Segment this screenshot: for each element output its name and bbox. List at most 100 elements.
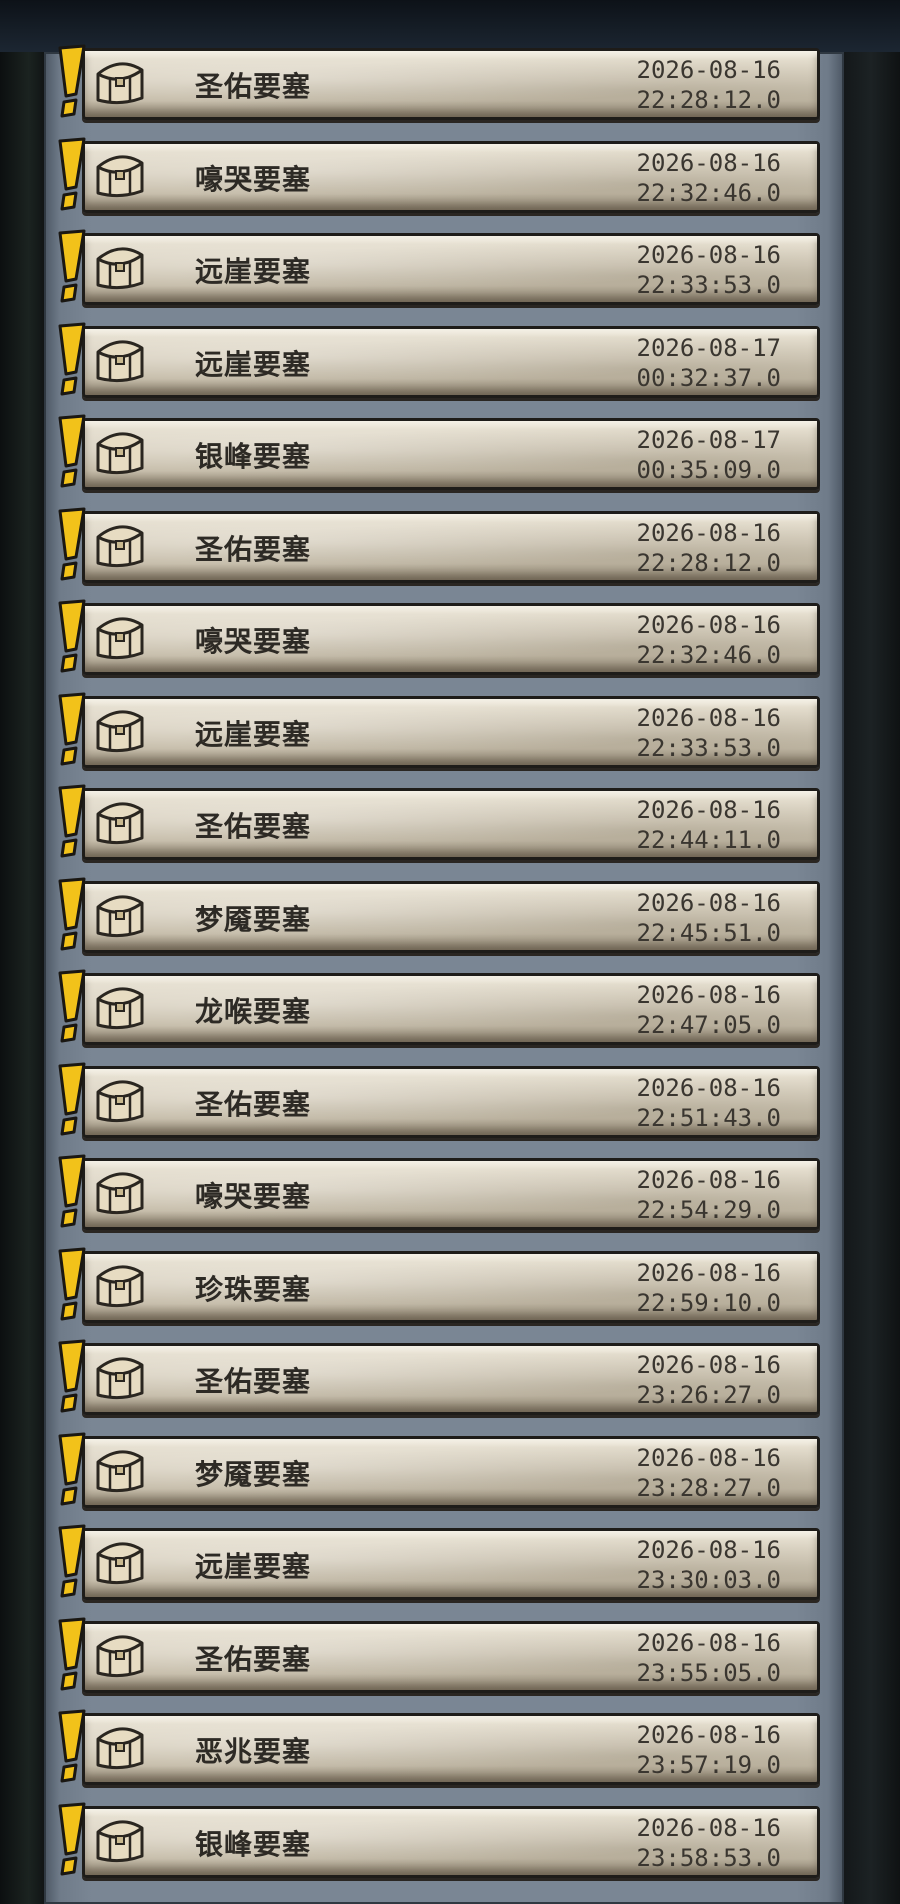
fortress-name: 远崖要塞 xyxy=(195,1550,312,1583)
exclamation-alert-icon xyxy=(58,137,86,211)
mail-time: 00:32:37.0 xyxy=(636,364,782,392)
mail-item[interactable]: 银峰要塞 2026-08-16 23:58:53.0 xyxy=(54,1802,824,1886)
exclamation-alert-icon xyxy=(58,969,86,1043)
mail-item[interactable]: 圣佑要塞 2026-08-16 22:28:12.0 xyxy=(54,507,824,591)
mail-parchment: 远崖要塞 2026-08-17 00:32:37.0 xyxy=(82,326,820,398)
mail-date: 2026-08-16 xyxy=(636,519,782,547)
treasure-chest-icon xyxy=(96,525,144,568)
mail-time: 23:57:19.0 xyxy=(636,1751,782,1779)
mail-item[interactable]: 珍珠要塞 2026-08-16 22:59:10.0 xyxy=(54,1247,824,1331)
mail-item[interactable]: 嚎哭要塞 2026-08-16 22:54:29.0 xyxy=(54,1154,824,1238)
exclamation-alert-icon xyxy=(58,1247,86,1321)
mail-parchment: 嚎哭要塞 2026-08-16 22:32:46.0 xyxy=(82,141,820,213)
exclamation-alert-icon xyxy=(58,322,86,396)
treasure-chest-icon xyxy=(96,1727,144,1770)
fortress-name: 圣佑要塞 xyxy=(195,70,312,103)
treasure-chest-icon xyxy=(96,1820,144,1863)
mail-time: 23:55:05.0 xyxy=(636,1659,782,1687)
exclamation-alert-icon xyxy=(58,784,86,858)
treasure-chest-icon xyxy=(96,340,144,383)
treasure-chest-icon xyxy=(96,710,144,753)
mail-time: 22:28:12.0 xyxy=(636,549,782,577)
mail-date: 2026-08-16 xyxy=(636,1351,782,1379)
fortress-name: 圣佑要塞 xyxy=(195,810,312,843)
mail-parchment: 恶兆要塞 2026-08-16 23:57:19.0 xyxy=(82,1713,820,1785)
mail-item[interactable]: 远崖要塞 2026-08-16 22:33:53.0 xyxy=(54,692,824,776)
exclamation-alert-icon xyxy=(58,1709,86,1783)
mail-time: 22:54:29.0 xyxy=(636,1196,782,1224)
mail-item[interactable]: 远崖要塞 2026-08-17 00:32:37.0 xyxy=(54,322,824,406)
mail-date: 2026-08-16 xyxy=(636,1721,782,1749)
mail-parchment: 远崖要塞 2026-08-16 23:30:03.0 xyxy=(82,1528,820,1600)
mail-date: 2026-08-16 xyxy=(636,1259,782,1287)
mail-item[interactable]: 恶兆要塞 2026-08-16 23:57:19.0 xyxy=(54,1709,824,1793)
treasure-chest-icon xyxy=(96,1635,144,1678)
mail-date: 2026-08-16 xyxy=(636,1814,782,1842)
treasure-chest-icon xyxy=(96,1450,144,1493)
mail-time: 22:33:53.0 xyxy=(636,734,782,762)
mail-parchment: 银峰要塞 2026-08-16 23:58:53.0 xyxy=(82,1806,820,1878)
mail-parchment: 圣佑要塞 2026-08-16 23:26:27.0 xyxy=(82,1343,820,1415)
fortress-name: 圣佑要塞 xyxy=(195,1088,312,1121)
mail-item[interactable]: 梦魇要塞 2026-08-16 23:28:27.0 xyxy=(54,1432,824,1516)
mail-item[interactable]: 圣佑要塞 2026-08-16 22:44:11.0 xyxy=(54,784,824,868)
mail-date: 2026-08-16 xyxy=(636,241,782,269)
mail-item[interactable]: 龙喉要塞 2026-08-16 22:47:05.0 xyxy=(54,969,824,1053)
mail-date: 2026-08-16 xyxy=(636,1629,782,1657)
exclamation-alert-icon xyxy=(58,1432,86,1506)
exclamation-alert-icon xyxy=(58,1524,86,1598)
mail-parchment: 龙喉要塞 2026-08-16 22:47:05.0 xyxy=(82,973,820,1045)
treasure-chest-icon xyxy=(96,895,144,938)
mail-date: 2026-08-17 xyxy=(636,426,782,454)
mail-time: 22:59:10.0 xyxy=(636,1289,782,1317)
mail-parchment: 珍珠要塞 2026-08-16 22:59:10.0 xyxy=(82,1251,820,1323)
fortress-name: 银峰要塞 xyxy=(195,1828,312,1861)
treasure-chest-icon xyxy=(96,987,144,1030)
mail-item[interactable]: 圣佑要塞 2026-08-16 23:55:05.0 xyxy=(54,1617,824,1701)
fortress-name: 圣佑要塞 xyxy=(195,533,312,566)
mail-time: 23:26:27.0 xyxy=(636,1381,782,1409)
exclamation-alert-icon xyxy=(58,599,86,673)
treasure-chest-icon xyxy=(96,1542,144,1585)
mail-date: 2026-08-16 xyxy=(636,1536,782,1564)
mail-item[interactable]: 圣佑要塞 2026-08-16 23:26:27.0 xyxy=(54,1339,824,1423)
mail-date: 2026-08-16 xyxy=(636,149,782,177)
exclamation-alert-icon xyxy=(58,692,86,766)
treasure-chest-icon xyxy=(96,432,144,475)
mail-item[interactable]: 远崖要塞 2026-08-16 22:33:53.0 xyxy=(54,229,824,313)
mail-item[interactable]: 嚎哭要塞 2026-08-16 22:32:46.0 xyxy=(54,137,824,221)
mail-item[interactable]: 嚎哭要塞 2026-08-16 22:32:46.0 xyxy=(54,599,824,683)
mail-parchment: 梦魇要塞 2026-08-16 22:45:51.0 xyxy=(82,881,820,953)
fortress-name: 梦魇要塞 xyxy=(195,903,312,936)
exclamation-alert-icon xyxy=(58,414,86,488)
mail-date: 2026-08-16 xyxy=(636,796,782,824)
exclamation-alert-icon xyxy=(58,229,86,303)
treasure-chest-icon xyxy=(96,1172,144,1215)
mail-item[interactable]: 远崖要塞 2026-08-16 23:30:03.0 xyxy=(54,1524,824,1608)
fortress-name: 圣佑要塞 xyxy=(195,1643,312,1676)
mail-time: 00:35:09.0 xyxy=(636,456,782,484)
mail-time: 22:44:11.0 xyxy=(636,826,782,854)
mail-time: 23:30:03.0 xyxy=(636,1566,782,1594)
fortress-name: 银峰要塞 xyxy=(195,440,312,473)
exclamation-alert-icon xyxy=(58,1154,86,1228)
treasure-chest-icon xyxy=(96,155,144,198)
fortress-name: 嚎哭要塞 xyxy=(195,1180,312,1213)
treasure-chest-icon xyxy=(96,1080,144,1123)
mail-parchment: 银峰要塞 2026-08-17 00:35:09.0 xyxy=(82,418,820,490)
mail-date: 2026-08-16 xyxy=(636,704,782,732)
mail-item[interactable]: 梦魇要塞 2026-08-16 22:45:51.0 xyxy=(54,877,824,961)
mail-time: 22:33:53.0 xyxy=(636,271,782,299)
treasure-chest-icon xyxy=(96,802,144,845)
mail-parchment: 嚎哭要塞 2026-08-16 22:54:29.0 xyxy=(82,1158,820,1230)
exclamation-alert-icon xyxy=(58,877,86,951)
mail-date: 2026-08-16 xyxy=(636,889,782,917)
mail-item[interactable]: 圣佑要塞 2026-08-16 22:28:12.0 xyxy=(54,44,824,128)
fortress-name: 圣佑要塞 xyxy=(195,1365,312,1398)
mail-time: 22:32:46.0 xyxy=(636,641,782,669)
mail-parchment: 圣佑要塞 2026-08-16 22:44:11.0 xyxy=(82,788,820,860)
mail-parchment: 圣佑要塞 2026-08-16 22:28:12.0 xyxy=(82,48,820,120)
mail-item[interactable]: 银峰要塞 2026-08-17 00:35:09.0 xyxy=(54,414,824,498)
mail-parchment: 圣佑要塞 2026-08-16 23:55:05.0 xyxy=(82,1621,820,1693)
mail-item[interactable]: 圣佑要塞 2026-08-16 22:51:43.0 xyxy=(54,1062,824,1146)
